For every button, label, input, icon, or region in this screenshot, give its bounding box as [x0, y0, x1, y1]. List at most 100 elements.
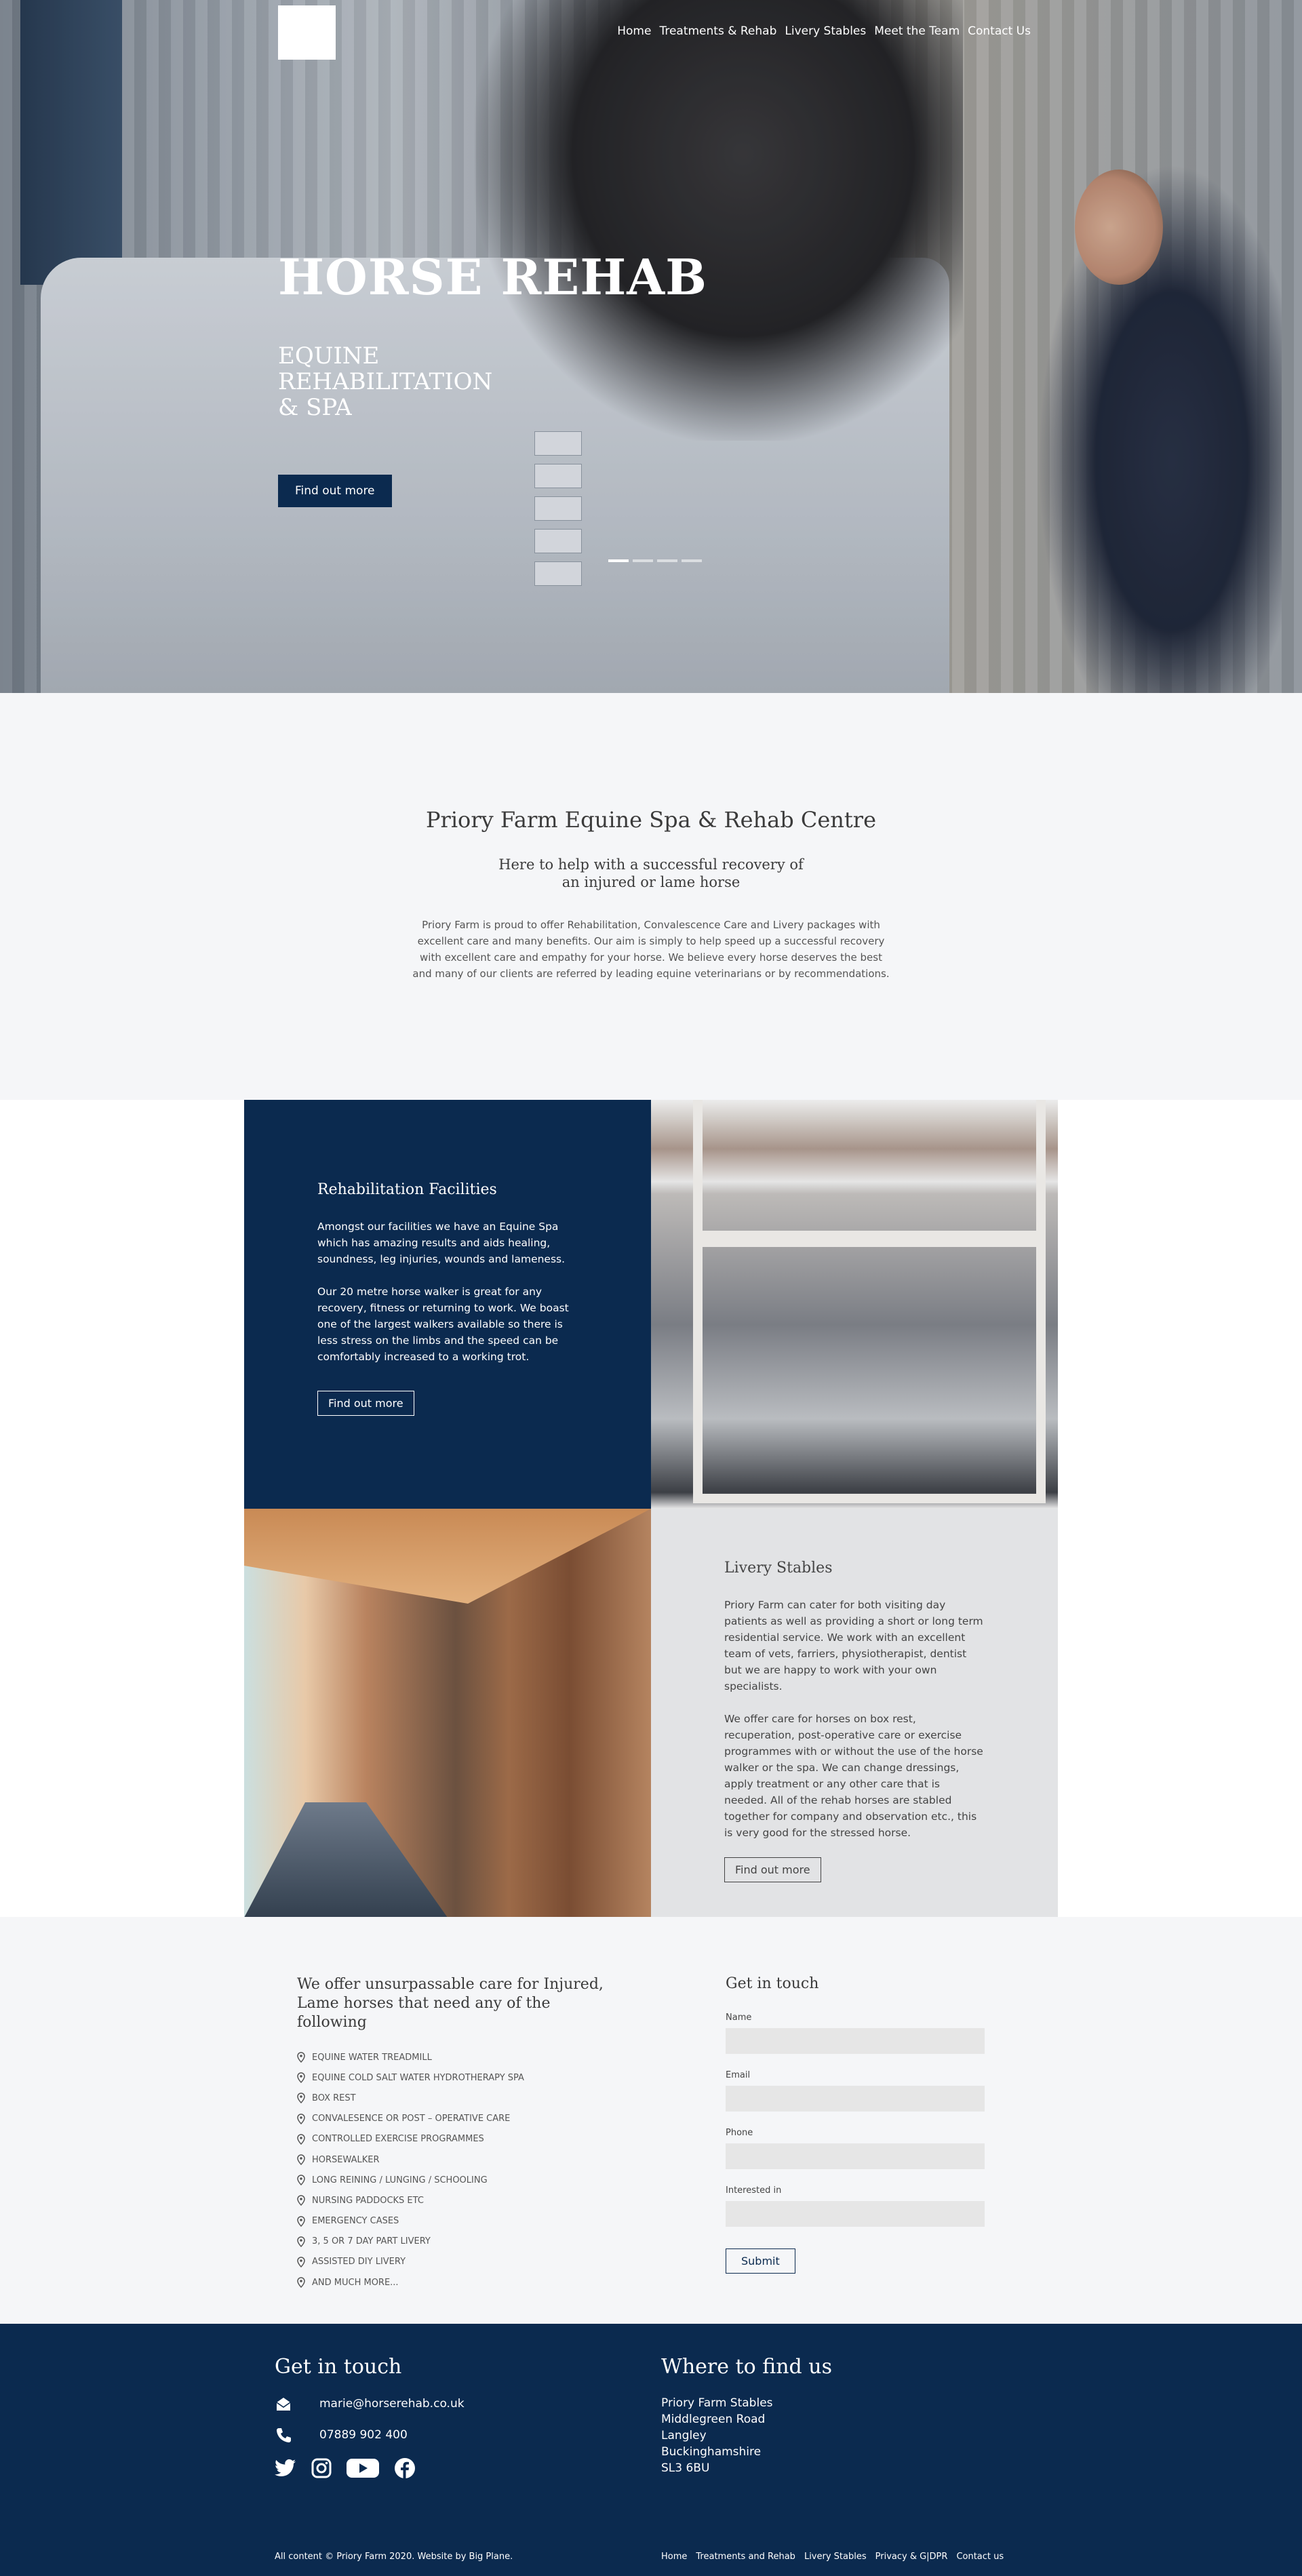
pin-icon [297, 2134, 305, 2145]
service-item-label: Assisted DIY Livery [312, 2257, 406, 2267]
interest-label: Interested in [726, 2185, 782, 2196]
phone-field[interactable] [726, 2143, 985, 2169]
email-label: Email [726, 2070, 751, 2080]
footer-contact: Get in touch marie@horserehab.co.uk 0788… [275, 2355, 465, 2479]
address-line: Priory Farm Stables [661, 2396, 773, 2410]
service-item: Nursing Paddocks etc [297, 2190, 623, 2211]
pin-icon [297, 2175, 305, 2186]
intro-subheading: Here to help with a successful recovery … [498, 856, 804, 890]
footer-link-livery[interactable]: Livery Stables [804, 2552, 867, 2562]
stables-ceiling [244, 1509, 651, 1604]
services-list: Equine Water Treadmill Equine Cold Salt … [297, 2047, 623, 2293]
footer-phone-link[interactable]: 07889 902 400 [319, 2428, 408, 2442]
livery-find-out-more-button[interactable]: Find out more [724, 1857, 821, 1882]
hero-find-out-more-button[interactable]: Find out more [278, 475, 392, 507]
service-item-label: Convalesence or Post – Operative Care [312, 2114, 511, 2124]
service-item-label: Horsewalker [312, 2154, 380, 2165]
copyright-text: All content © Priory Farm 2020. Website … [275, 2552, 513, 2562]
footer-link-treatments[interactable]: Treatments and Rehab [696, 2552, 795, 2562]
footer-link-contact[interactable]: Contact us [956, 2552, 1004, 2562]
service-item: Controlled Exercise Programmes [297, 2129, 623, 2149]
slider-dot-2[interactable] [633, 559, 653, 562]
pin-icon [297, 2154, 305, 2166]
pin-icon [297, 2052, 305, 2063]
envelope-open-icon [276, 2398, 291, 2411]
service-item-label: Box Rest [312, 2093, 356, 2103]
slider-dots [608, 559, 702, 562]
nav-livery[interactable]: Livery Stables [785, 24, 866, 38]
nav-contact[interactable]: Contact Us [968, 24, 1031, 38]
treadmill-frame [693, 1100, 1046, 1503]
phone-icon [277, 2428, 291, 2442]
site-footer: Get in touch marie@horserehab.co.uk 0788… [0, 2324, 1302, 2576]
rehab-find-out-more-button[interactable]: Find out more [317, 1391, 414, 1416]
name-label: Name [726, 2013, 752, 2023]
pin-icon [297, 2257, 305, 2267]
youtube-icon[interactable] [347, 2457, 379, 2479]
livery-paragraph-2: We offer care for horses on box rest, re… [724, 1713, 983, 1839]
service-item: Horsewalker [297, 2149, 623, 2170]
nav-team[interactable]: Meet the Team [874, 24, 960, 38]
treadmill-image [651, 1100, 1058, 1509]
treadmill-crossbar [693, 1231, 1046, 1247]
slider-dot-3[interactable] [657, 559, 677, 562]
service-item: Long Reining / Lunging / Schooling [297, 2170, 623, 2190]
service-item: Equine Cold Salt Water Hydrotherapy Spa [297, 2067, 623, 2088]
rehab-paragraph-2: Our 20 metre horse walker is great for a… [317, 1286, 569, 1363]
service-item: And much more... [297, 2272, 623, 2293]
hero-section: Home Treatments & Rehab Livery Stables M… [0, 0, 1302, 693]
instagram-icon[interactable] [311, 2458, 332, 2478]
twitter-icon[interactable] [275, 2459, 296, 2478]
services-section: We offer unsurpassable care for Injured,… [0, 1917, 1302, 2324]
pin-icon [297, 2113, 305, 2124]
interest-field[interactable] [726, 2201, 985, 2227]
service-item-label: Nursing Paddocks etc [312, 2195, 424, 2206]
intro-section: Priory Farm Equine Spa & Rehab Centre He… [0, 693, 1302, 1100]
service-item: Assisted DIY Livery [297, 2252, 623, 2272]
footer-location: Where to find us Priory Farm Stables Mid… [661, 2355, 832, 2476]
facebook-icon[interactable] [394, 2457, 416, 2479]
service-item: Emergency Cases [297, 2211, 623, 2232]
hero-title: HORSE REHAB [278, 248, 707, 306]
address-line: Langley [661, 2429, 707, 2442]
intro-body: Priory Farm is proud to offer Rehabilita… [412, 919, 890, 980]
service-item-label: Equine Water Treadmill [312, 2052, 432, 2063]
pin-icon [297, 2236, 305, 2247]
features-section: Rehabilitation Facilities Amongst our fa… [0, 1100, 1302, 1918]
nav-home[interactable]: Home [617, 24, 651, 38]
contact-form: Get in touch Name Email Phone Interested… [726, 1975, 985, 2274]
livery-paragraph-1: Priory Farm can cater for both visiting … [724, 1599, 983, 1692]
nav-treatments[interactable]: Treatments & Rehab [659, 24, 776, 38]
submit-button[interactable]: Submit [726, 2248, 795, 2274]
footer-nav: Home Treatments and Rehab Livery Stables… [661, 2552, 1004, 2562]
rehab-title: Rehabilitation Facilities [317, 1181, 497, 1198]
name-field[interactable] [726, 2028, 985, 2054]
service-item: Convalesence or Post – Operative Care [297, 2109, 623, 2129]
services-list-block: We offer unsurpassable care for Injured,… [297, 1975, 623, 2293]
main-nav: Home Treatments & Rehab Livery Stables M… [617, 24, 1031, 38]
site-logo[interactable] [278, 5, 336, 60]
service-item: 3, 5 or 7 Day Part Livery [297, 2232, 623, 2252]
phone-label: Phone [726, 2128, 753, 2138]
livery-title: Livery Stables [724, 1560, 833, 1577]
pin-icon [297, 2093, 305, 2104]
footer-link-home[interactable]: Home [661, 2552, 687, 2562]
rehab-tile: Rehabilitation Facilities Amongst our fa… [244, 1100, 651, 1509]
pin-icon [297, 2277, 305, 2288]
service-item-label: Emergency Cases [312, 2216, 399, 2227]
slider-dot-4[interactable] [682, 559, 702, 562]
service-item-label: Controlled Exercise Programmes [312, 2134, 484, 2145]
footer-email-row: marie@horserehab.co.uk [275, 2395, 465, 2413]
services-heading: We offer unsurpassable care for Injured,… [297, 1976, 604, 2031]
service-item: Box Rest [297, 2088, 623, 2108]
footer-link-privacy[interactable]: Privacy & G|DPR [875, 2552, 948, 2562]
service-item: Equine Water Treadmill [297, 2047, 623, 2067]
pin-icon [297, 2215, 305, 2227]
slider-dot-1[interactable] [608, 559, 629, 562]
address-line: SL3 6BU [661, 2461, 710, 2475]
address-line: Middlegreen Road [661, 2413, 766, 2426]
email-field[interactable] [726, 2086, 985, 2112]
footer-email-link[interactable]: marie@horserehab.co.uk [319, 2397, 465, 2411]
stables-image [244, 1509, 651, 1918]
hero-subtitle: Equine Rehabilitation & Spa [278, 342, 493, 421]
